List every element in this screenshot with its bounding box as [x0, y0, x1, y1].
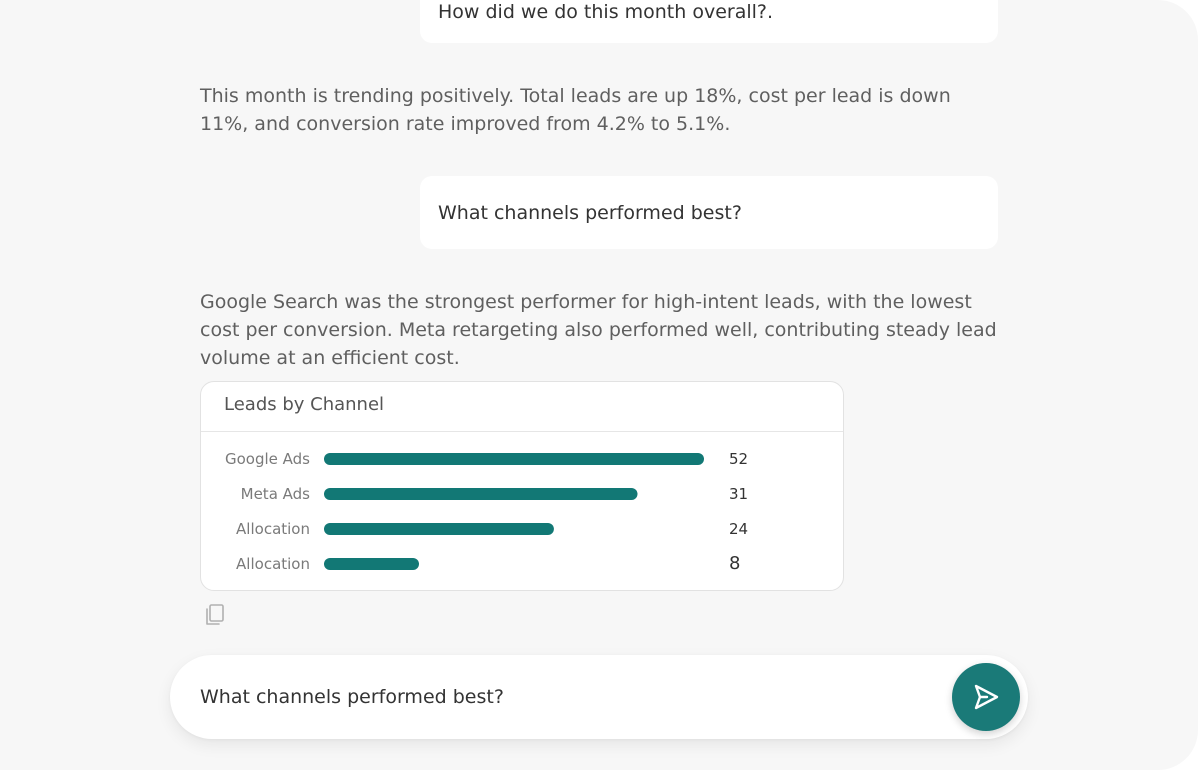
bar	[324, 558, 419, 570]
user-message: What channels performed best?	[420, 176, 998, 249]
bar	[324, 453, 704, 465]
assistant-message: Google Search was the strongest performe…	[200, 291, 997, 369]
category-label: Allocation	[236, 555, 310, 573]
value-label: 31	[729, 485, 748, 503]
chat-window: How did we do this month overall?. This …	[0, 0, 1198, 770]
bar	[324, 523, 554, 535]
assistant-message: This month is trending positively. Total…	[200, 85, 951, 135]
send-button[interactable]	[952, 663, 1020, 731]
message-composer	[170, 655, 1028, 739]
value-label: 24	[729, 520, 748, 538]
user-message: How did we do this month overall?.	[420, 0, 998, 43]
value-label: 8	[729, 553, 740, 574]
value-label: 52	[729, 450, 748, 468]
category-label: Allocation	[236, 520, 310, 538]
copy-icon	[206, 604, 224, 625]
leads-chart-card: Leads by Channel Google Ads 52 Meta Ads 31 A…	[200, 381, 844, 591]
send-icon	[974, 684, 999, 710]
category-label: Google Ads	[225, 450, 310, 468]
copy-button[interactable]	[202, 602, 228, 628]
user-message-text: What channels performed best?	[438, 201, 742, 224]
message-input[interactable]	[200, 655, 960, 739]
chart-title: Leads by Channel	[224, 394, 385, 415]
bar-chart: Google Ads 52 Meta Ads 31 Allocation 24 Alloca…	[225, 450, 748, 574]
user-message-text: How did we do this month overall?.	[438, 0, 774, 23]
category-label: Meta Ads	[241, 485, 311, 503]
bar	[324, 488, 638, 500]
